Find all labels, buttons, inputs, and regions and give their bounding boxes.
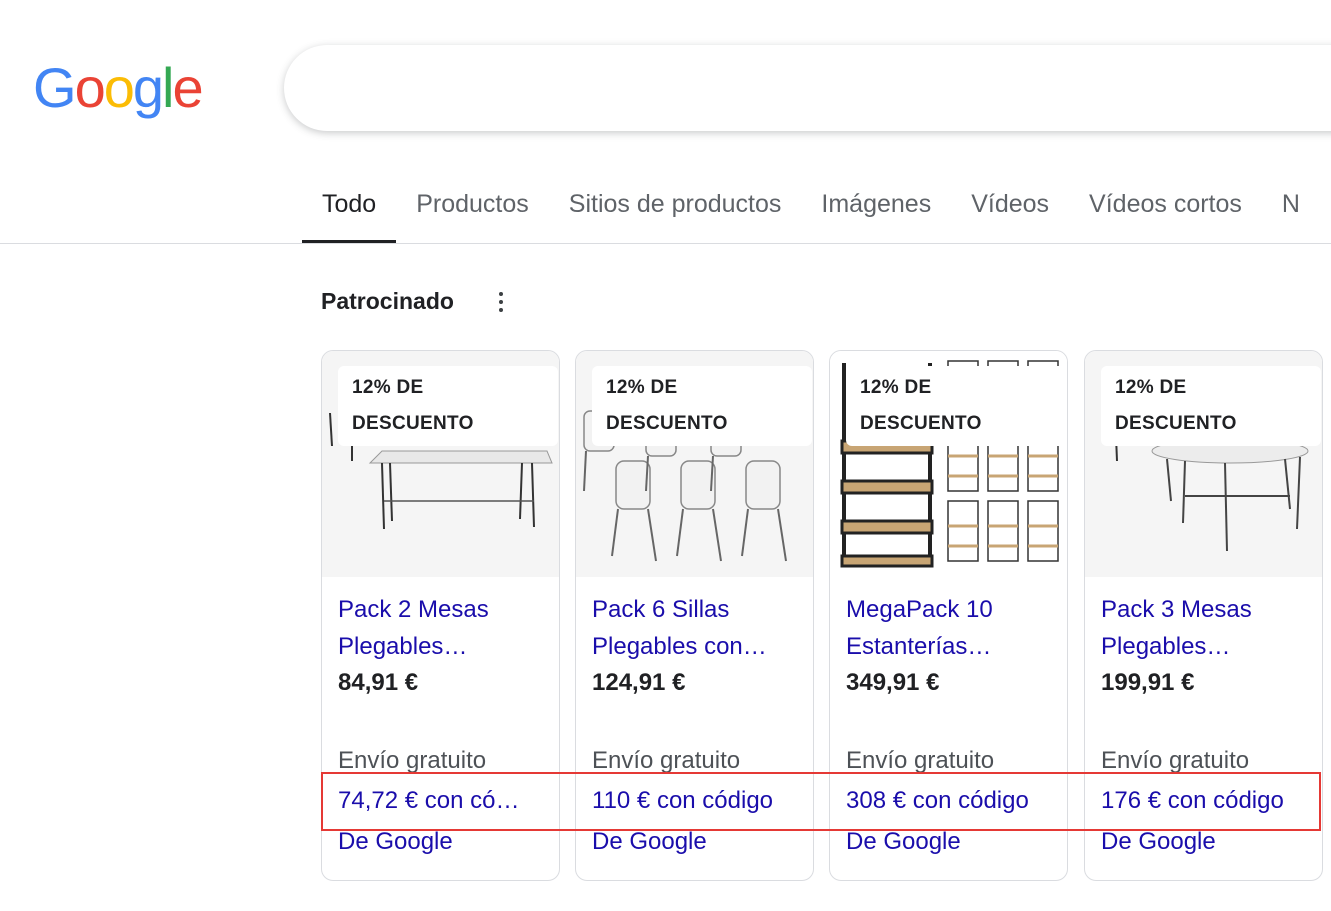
sponsored-label: Patrocinado <box>321 288 454 314</box>
shipping-info: Envío gratuito <box>1101 747 1250 774</box>
product-price: 199,91 € <box>1101 669 1195 696</box>
product-price: 349,91 € <box>846 669 940 696</box>
title-line: Estanterías… <box>846 633 992 660</box>
logo-letter: G <box>33 56 77 119</box>
badge-line: 12% DE <box>860 377 932 398</box>
shipping-info: Envío gratuito <box>846 747 995 774</box>
source-link[interactable]: De Google <box>846 828 961 856</box>
tab-imagenes[interactable]: Imágenes <box>801 182 951 244</box>
more-vert-icon[interactable] <box>497 292 505 316</box>
tab-videos-cortos[interactable]: Vídeos cortos <box>1069 182 1262 244</box>
discount-badge: 12% DE DESCUENTO <box>338 366 558 446</box>
logo-letter: o <box>103 56 135 119</box>
source-link[interactable]: De Google <box>338 828 453 856</box>
product-card[interactable]: 12% DE DESCUENTO Pack 2 Mesas Plegables…… <box>321 350 560 881</box>
title-line: Pack 3 Mesas <box>1101 596 1252 623</box>
google-logo[interactable]: Google <box>33 56 204 119</box>
product-price: 84,91 € <box>338 669 419 696</box>
logo-letter: o <box>74 56 106 119</box>
tabs-divider <box>0 243 1331 244</box>
product-price: 124,91 € <box>592 669 686 696</box>
title-line: MegaPack 10 <box>846 596 993 623</box>
product-title[interactable]: Pack 6 Sillas Plegables con… <box>592 591 804 665</box>
product-card[interactable]: 12% DE DESCUENTO MegaPack 10 Estanterías… <box>829 350 1068 881</box>
discount-badge: 12% DE DESCUENTO <box>1101 366 1321 446</box>
title-line: Pack 2 Mesas <box>338 596 489 623</box>
product-title[interactable]: Pack 3 Mesas Plegables… <box>1101 591 1313 665</box>
tab-productos[interactable]: Productos <box>396 182 549 244</box>
badge-line: 12% DE <box>1115 377 1187 398</box>
shipping-info: Envío gratuito <box>592 747 741 774</box>
badge-line: DESCUENTO <box>860 413 982 434</box>
product-title[interactable]: MegaPack 10 Estanterías… <box>846 591 1058 665</box>
product-image[interactable]: 12% DE DESCUENTO <box>576 351 813 577</box>
product-image[interactable]: 12% DE DESCUENTO <box>322 351 559 577</box>
title-line: Plegables… <box>1101 633 1231 660</box>
source-link[interactable]: De Google <box>592 828 707 856</box>
badge-line: 12% DE <box>606 377 678 398</box>
logo-letter: e <box>172 56 203 119</box>
promo-price[interactable]: 74,72 € con có… <box>338 787 550 815</box>
promo-price[interactable]: 308 € con código <box>846 787 1058 815</box>
product-card[interactable]: 12% DE DESCUENTO Pack 6 Sillas Plegables… <box>575 350 814 881</box>
promo-price[interactable]: 176 € con código <box>1101 787 1313 815</box>
search-tabs: Todo Productos Sitios de productos Imáge… <box>302 182 1300 244</box>
badge-line: 12% DE <box>352 377 424 398</box>
badge-line: DESCUENTO <box>352 413 474 434</box>
title-line: Plegables… <box>338 633 468 660</box>
source-link[interactable]: De Google <box>1101 828 1216 856</box>
product-card[interactable]: 12% DE DESCUENTO Pack 3 Mesas Plegables…… <box>1084 350 1323 881</box>
tab-todo[interactable]: Todo <box>302 182 397 244</box>
tab-sitios-de-productos[interactable]: Sitios de productos <box>549 182 802 244</box>
badge-line: DESCUENTO <box>606 413 728 434</box>
product-image[interactable]: 12% DE DESCUENTO <box>830 351 1067 577</box>
search-input[interactable] <box>284 45 1331 131</box>
discount-badge: 12% DE DESCUENTO <box>846 366 1066 446</box>
product-title[interactable]: Pack 2 Mesas Plegables… <box>338 591 550 665</box>
title-line: Pack 6 Sillas <box>592 596 730 623</box>
discount-badge: 12% DE DESCUENTO <box>592 366 812 446</box>
promo-price[interactable]: 110 € con código <box>592 787 804 815</box>
logo-letter: g <box>132 56 164 119</box>
logo-letter: l <box>162 56 175 119</box>
product-image[interactable]: 12% DE DESCUENTO <box>1085 351 1322 577</box>
badge-line: DESCUENTO <box>1115 413 1237 434</box>
title-line: Plegables con… <box>592 633 767 660</box>
tab-more[interactable]: N <box>1262 182 1300 244</box>
shipping-info: Envío gratuito <box>338 747 487 774</box>
tab-videos[interactable]: Vídeos <box>951 182 1069 244</box>
